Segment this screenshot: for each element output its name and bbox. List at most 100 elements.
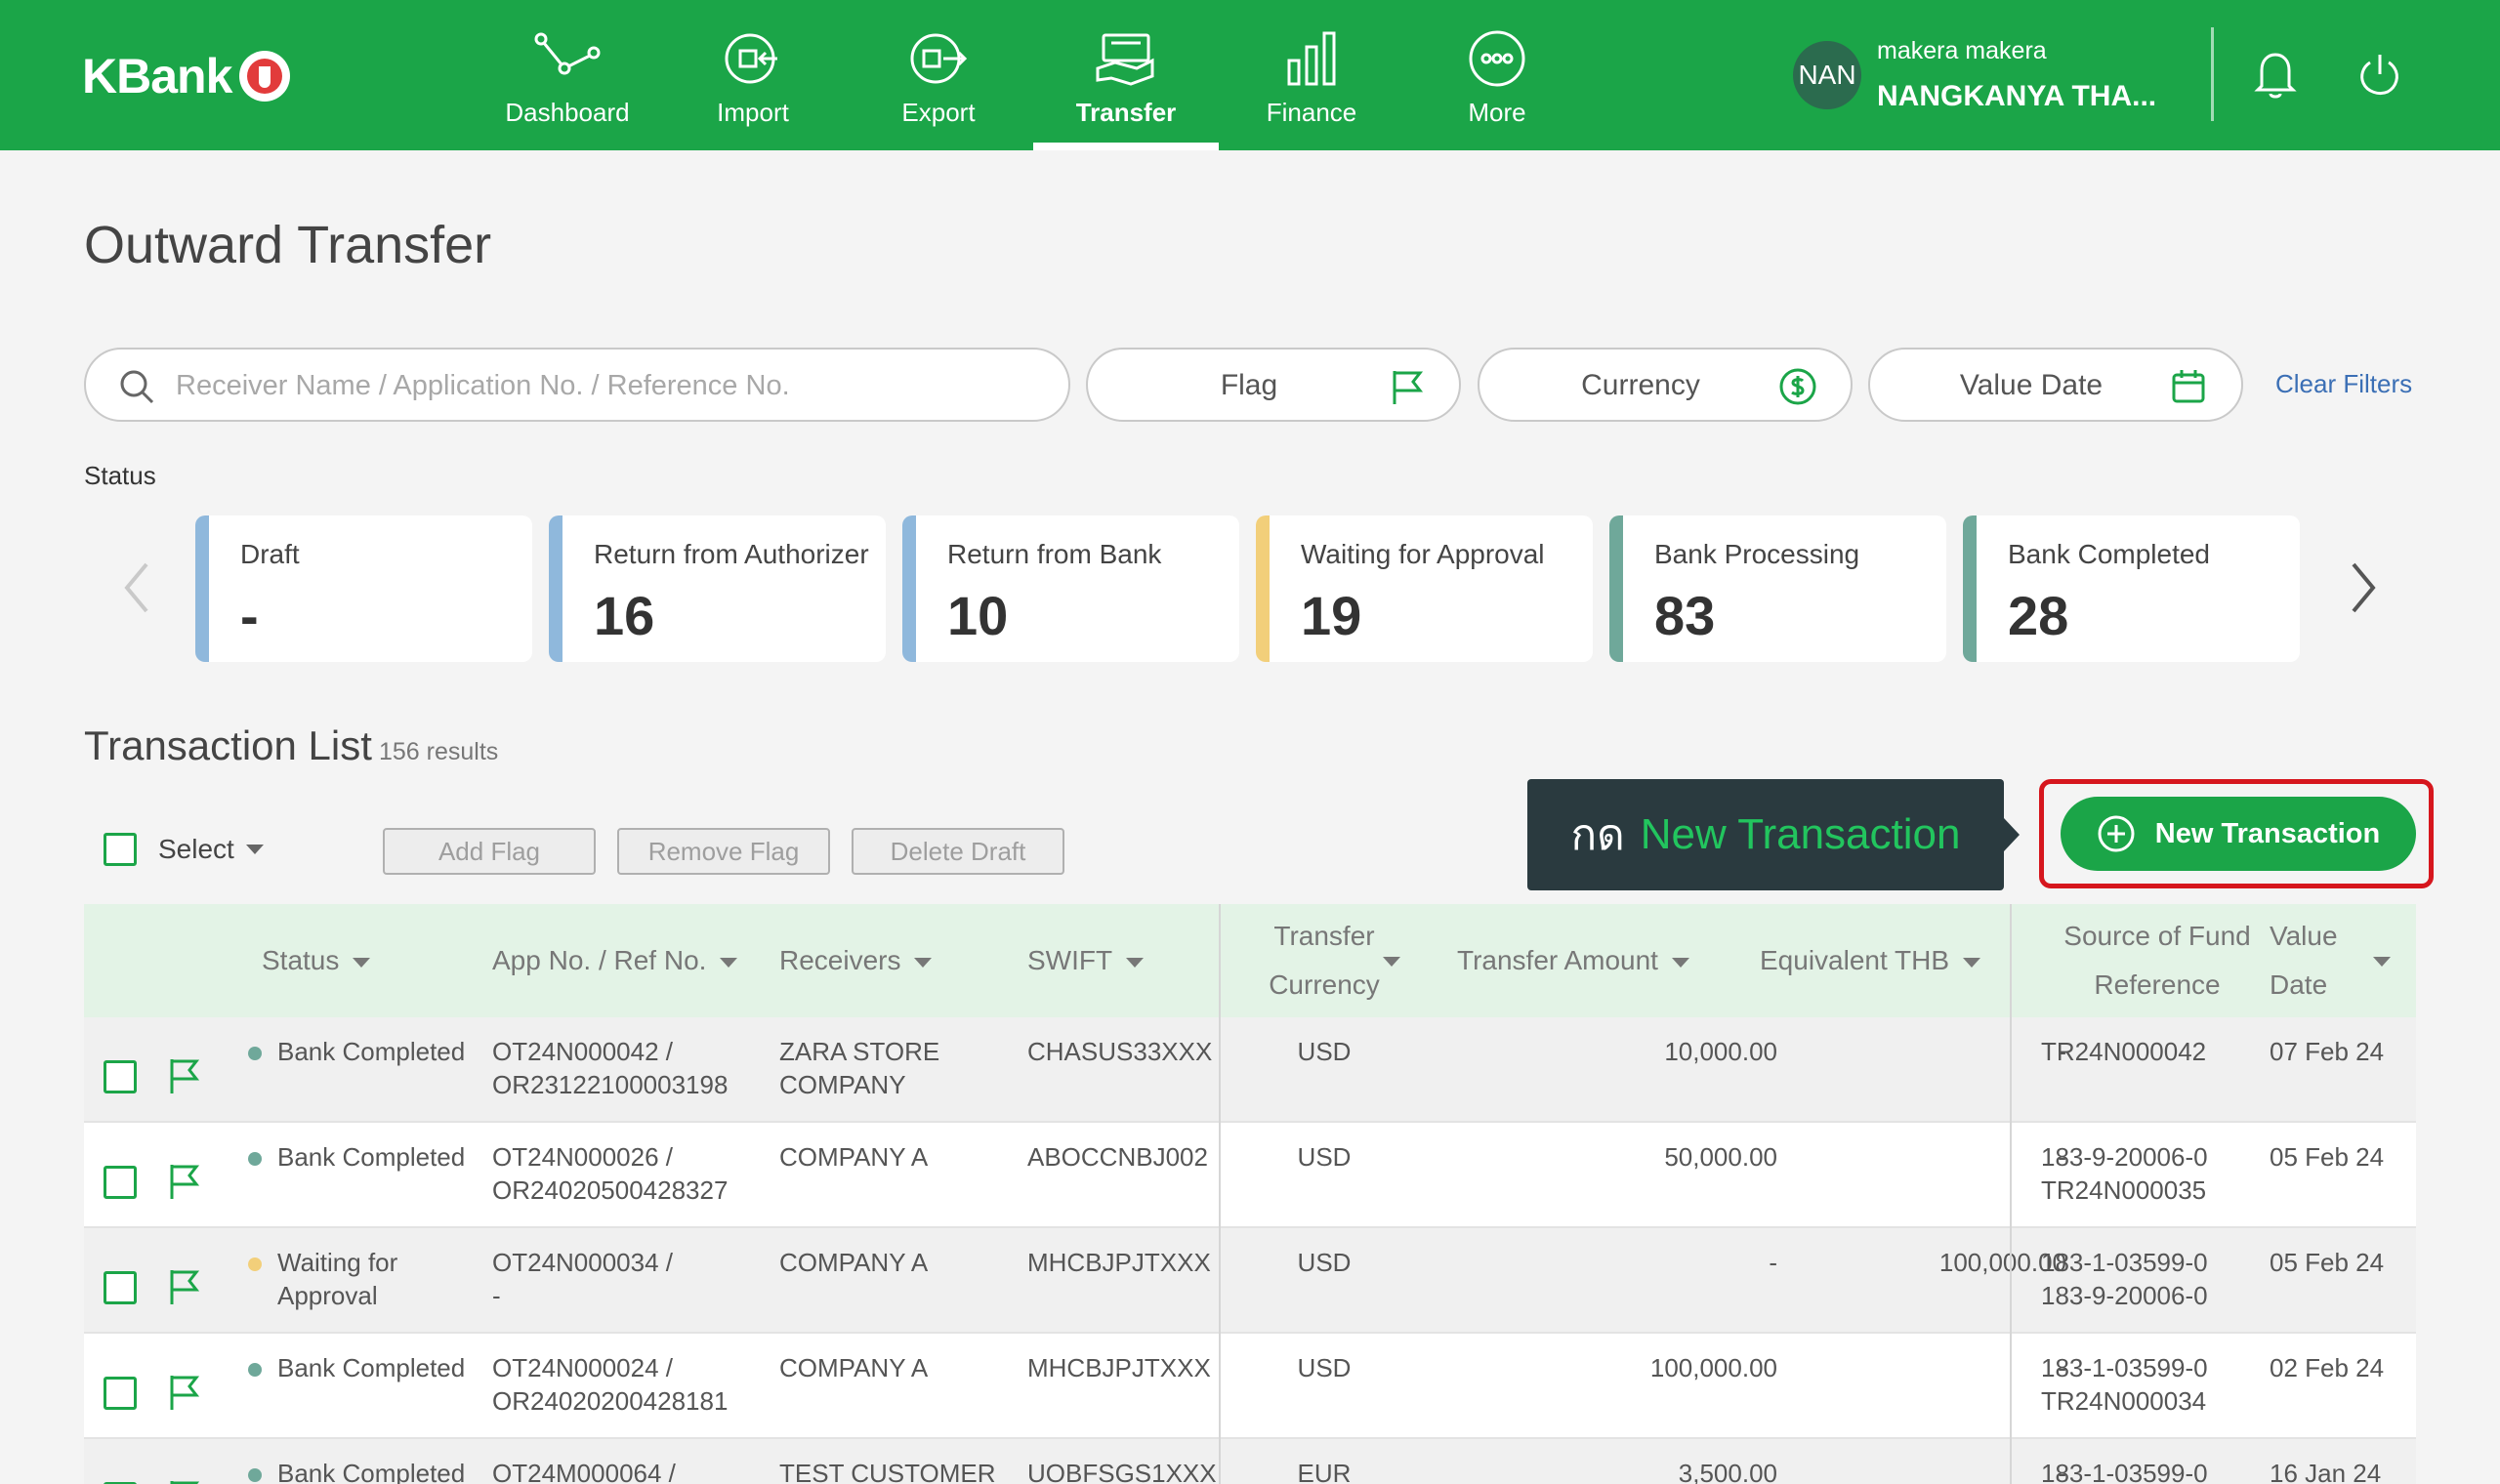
flag-filter-label: Flag xyxy=(1220,369,1278,401)
status-section-label: Status xyxy=(84,461,156,490)
bell-icon[interactable] xyxy=(2252,49,2299,102)
nav-transfer[interactable]: Transfer xyxy=(1033,0,1219,150)
user-company-name[interactable]: NANGKANYA THA... xyxy=(1877,80,2156,113)
flag-icon[interactable] xyxy=(166,1373,201,1412)
column-value-date-label-2: Date xyxy=(2270,969,2328,1000)
status-card-bank-processing[interactable]: Bank Processing 83 xyxy=(1609,515,1946,662)
add-flag-button[interactable]: Add Flag xyxy=(383,828,596,875)
app-ref-cell[interactable]: OT24N000034 / - xyxy=(492,1246,673,1312)
avatar[interactable]: NAN xyxy=(1793,41,1861,109)
ref-no: - xyxy=(492,1281,501,1310)
column-transfer-amount[interactable]: Transfer Amount xyxy=(1457,936,1689,985)
flag-icon[interactable] xyxy=(166,1056,201,1095)
nav-more[interactable]: More xyxy=(1404,0,1590,150)
select-label: Select xyxy=(158,834,234,864)
column-value-date[interactable]: Value Date xyxy=(2270,912,2338,1010)
user-display-name: makera makera xyxy=(1877,37,2047,64)
value-date-filter[interactable]: Value Date xyxy=(1868,348,2243,422)
source-line-2: 183-9-20006-0 xyxy=(2041,1281,2208,1310)
status-dot xyxy=(248,1363,262,1377)
power-icon[interactable] xyxy=(2355,49,2404,102)
value-date-filter-label: Value Date xyxy=(1959,369,2104,401)
app-ref-cell[interactable]: OT24N000024 / OR24020200428181 xyxy=(492,1351,728,1418)
table-row[interactable]: Bank Completed OT24M000064 / TEST CUSTOM… xyxy=(84,1439,2416,1484)
source-of-fund-cell: 183-1-03599-0 xyxy=(2041,1457,2208,1484)
nav-export[interactable]: Export xyxy=(846,0,1031,150)
status-color-bar xyxy=(1609,515,1623,662)
ref-no: OR23122100003198 xyxy=(492,1070,729,1099)
search-box[interactable] xyxy=(84,348,1070,422)
transfer-amount-cell: 3,500.00 xyxy=(1678,1459,1777,1484)
source-line-1: 183-1-03599-0 xyxy=(2041,1248,2208,1277)
clear-filters-link[interactable]: Clear Filters xyxy=(2275,369,2412,399)
status-text: Bank Completed xyxy=(277,1037,466,1066)
column-swift-label: SWIFT xyxy=(1027,945,1113,975)
column-transfer-currency-label-1: Transfer xyxy=(1273,921,1375,951)
swift-cell: CHASUS33XXX xyxy=(1027,1037,1213,1066)
nav-import[interactable]: Import xyxy=(660,0,846,150)
sort-caret-icon[interactable] xyxy=(1383,957,1400,967)
status-card-return-from-authorizer[interactable]: Return from Authorizer 16 xyxy=(549,515,886,662)
row-checkbox[interactable] xyxy=(104,1060,137,1093)
transaction-list-title: Transaction List xyxy=(84,722,372,768)
column-source-of-fund[interactable]: Source of Fund Reference xyxy=(2037,912,2277,1010)
app-ref-cell[interactable]: OT24N000026 /OR24020500428327 xyxy=(492,1140,728,1207)
column-app-ref-label: App No. / Ref No. xyxy=(492,945,707,975)
column-value-date-label-1: Value xyxy=(2270,921,2338,951)
chevron-left-icon[interactable] xyxy=(117,558,156,617)
swift-cell: MHCBJPJTXXX xyxy=(1027,1248,1211,1277)
source-line-2: TR24N000035 xyxy=(2041,1175,2207,1205)
sort-caret-icon[interactable] xyxy=(2373,957,2391,967)
column-receivers[interactable]: Receivers xyxy=(779,936,933,985)
swift-cell: MHCBJPJTXXX xyxy=(1027,1353,1211,1382)
nav-finance[interactable]: Finance xyxy=(1219,0,1404,150)
currency-filter[interactable]: Currency xyxy=(1478,348,1853,422)
flag-icon[interactable] xyxy=(166,1478,201,1484)
column-app-ref[interactable]: App No. / Ref No. xyxy=(492,936,738,985)
chevron-right-icon[interactable] xyxy=(2344,558,2383,617)
table-row[interactable]: Bank Completed OT24N000026 /OR2402050042… xyxy=(84,1123,2416,1228)
status-card-count: 10 xyxy=(947,585,1009,646)
app-ref-cell[interactable]: OT24N000042 / OR23122100003198 xyxy=(492,1035,728,1101)
status-cell: Bank Completed xyxy=(277,1457,465,1484)
table-row[interactable]: Bank Completed OT24N000024 / OR2402020042… xyxy=(84,1334,2416,1439)
status-card-bank-completed[interactable]: Bank Completed 28 xyxy=(1963,515,2300,662)
flag-icon[interactable] xyxy=(166,1162,201,1201)
table-row[interactable]: Bank Completed OT24N000042 / OR2312210000… xyxy=(84,1017,2416,1123)
kbank-logo[interactable]: KBank xyxy=(82,47,291,105)
row-checkbox[interactable] xyxy=(104,1271,137,1304)
source-of-fund-cell: 183-9-20006-0 TR24N000035 xyxy=(2041,1140,2208,1207)
row-checkbox[interactable] xyxy=(104,1377,137,1410)
select-all-checkbox[interactable] xyxy=(104,833,137,866)
status-dot xyxy=(248,1468,262,1482)
app-no: OT24N000024 / xyxy=(492,1353,674,1382)
column-equivalent-thb[interactable]: Equivalent THB xyxy=(1760,936,1981,985)
select-all-control[interactable]: Select xyxy=(104,832,264,867)
column-transfer-currency[interactable]: Transfer Currency xyxy=(1256,912,1393,1010)
currency-cell: USD xyxy=(1297,1248,1352,1277)
column-status[interactable]: Status xyxy=(262,936,371,985)
new-transaction-button[interactable]: New Transaction xyxy=(2061,797,2416,871)
status-card-return-from-bank[interactable]: Return from Bank 10 xyxy=(902,515,1239,662)
search-icon xyxy=(120,370,154,404)
table-row[interactable]: Waiting for Approval OT24N000034 / - COMPA… xyxy=(84,1228,2416,1334)
flag-icon[interactable] xyxy=(166,1267,201,1306)
status-card-draft[interactable]: Draft - xyxy=(195,515,532,662)
receiver-line-1: COMPANY A xyxy=(779,1353,929,1382)
flag-filter[interactable]: Flag xyxy=(1086,348,1461,422)
delete-draft-button[interactable]: Delete Draft xyxy=(852,828,1064,875)
caret-down-icon[interactable] xyxy=(245,845,264,854)
app-ref-cell[interactable]: OT24M000064 / xyxy=(492,1457,676,1484)
receivers-cell: TEST CUSTOMER xyxy=(779,1457,996,1484)
logo-text: KBank xyxy=(82,49,232,103)
column-transfer-currency-label-2: Currency xyxy=(1269,969,1380,1000)
remove-flag-button[interactable]: Remove Flag xyxy=(617,828,830,875)
dashboard-icon xyxy=(534,32,601,75)
search-input[interactable] xyxy=(176,363,1035,408)
source-line-1: 183-9-20006-0 xyxy=(2041,1142,2208,1172)
currency-cell: USD xyxy=(1297,1037,1352,1066)
row-checkbox[interactable] xyxy=(104,1166,137,1199)
status-card-waiting-for-approval[interactable]: Waiting for Approval 19 xyxy=(1256,515,1593,662)
nav-dashboard[interactable]: Dashboard xyxy=(475,0,660,150)
column-swift[interactable]: SWIFT xyxy=(1027,936,1145,985)
